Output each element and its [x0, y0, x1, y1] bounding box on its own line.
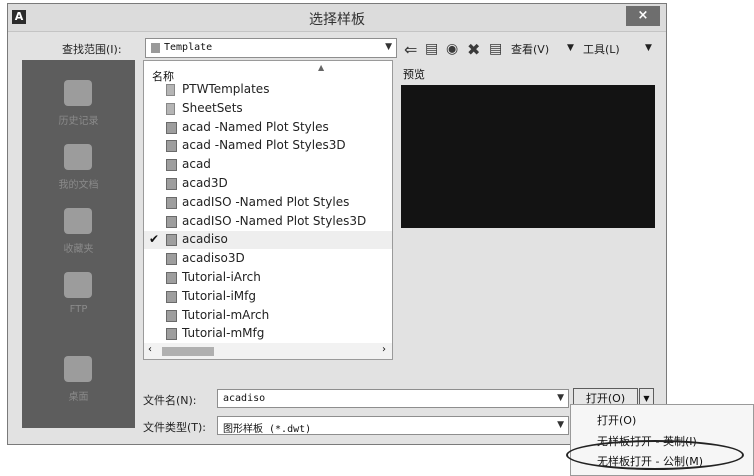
list-item[interactable]: acadISO -Named Plot Styles: [144, 194, 392, 212]
scroll-left-icon[interactable]: ‹: [148, 344, 152, 355]
scrollbar-thumb[interactable]: [162, 347, 214, 356]
template-file-icon: [166, 140, 177, 153]
template-file-icon: [166, 234, 177, 247]
delete-icon[interactable]: ✖: [467, 40, 480, 59]
list-item[interactable]: PTWTemplates: [144, 81, 392, 99]
folder-icon: [151, 43, 160, 53]
lookin-combo[interactable]: Template ▼: [145, 38, 397, 58]
title-bar: A 选择样板 ×: [8, 4, 666, 32]
file-name: Tutorial-mMfg: [182, 326, 265, 341]
back-icon[interactable]: ⇐: [404, 40, 417, 59]
file-name: acad: [182, 157, 211, 172]
template-file-icon: [166, 253, 177, 266]
up-folder-icon[interactable]: ▤: [425, 41, 438, 57]
template-file-icon: [166, 328, 177, 341]
list-item[interactable]: Tutorial-mMfg: [144, 325, 392, 343]
list-item[interactable]: Tutorial-iMfg: [144, 288, 392, 306]
filename-label: 文件名(N):: [143, 394, 197, 407]
file-name: SheetSets: [182, 100, 243, 115]
new-folder-icon[interactable]: ▤: [489, 41, 502, 57]
favorites-icon: [64, 208, 92, 234]
file-name: acad -Named Plot Styles3D: [182, 138, 346, 153]
scroll-right-icon[interactable]: ›: [382, 344, 386, 355]
filename-value: acadiso: [223, 393, 266, 404]
file-name: acadISO -Named Plot Styles3D: [182, 213, 367, 228]
highlight-circle: [566, 440, 744, 470]
preview-area: [401, 85, 655, 228]
preview-label: 预览: [403, 68, 425, 81]
list-item[interactable]: acad -Named Plot Styles: [144, 119, 392, 137]
place-history[interactable]: 历史记录: [22, 74, 135, 134]
template-file-icon: [166, 159, 177, 172]
file-name: acadiso3D: [182, 251, 245, 266]
history-icon: [64, 80, 92, 106]
view-dropdown-icon[interactable]: ▼: [567, 43, 574, 53]
template-file-icon: [166, 309, 177, 322]
folder-icon: [166, 84, 175, 96]
file-name: Tutorial-iArch: [182, 270, 261, 284]
chevron-down-icon[interactable]: ▼: [557, 393, 564, 403]
place-ftp[interactable]: FTP: [22, 266, 135, 326]
file-name: Tutorial-iMfg: [182, 288, 256, 303]
place-documents[interactable]: 我的文档: [22, 138, 135, 198]
search-web-icon[interactable]: ◉: [446, 41, 458, 57]
template-file-icon: [166, 196, 177, 209]
template-file-icon: [166, 272, 177, 284]
template-file-icon: [166, 178, 177, 190]
file-name: PTWTemplates: [182, 82, 270, 96]
template-file-icon: [166, 121, 177, 134]
desktop-icon: [64, 356, 92, 382]
list-item[interactable]: Tutorial-iArch: [144, 269, 392, 287]
check-icon: ✔: [149, 232, 160, 247]
dialog-title: 选择样板: [309, 12, 365, 28]
tools-menu[interactable]: 工具(L): [583, 41, 620, 57]
filetype-value: 图形样板 (*.dwt): [223, 424, 312, 435]
documents-icon: [64, 144, 92, 170]
lookin-value: Template: [164, 42, 213, 53]
file-list[interactable]: 名称 ▲ PTWTemplates SheetSets acad -Named Pl…: [143, 60, 393, 360]
list-item[interactable]: ✔ acadiso: [144, 231, 392, 250]
list-item[interactable]: acad: [144, 156, 392, 174]
file-name: Tutorial-mArch: [182, 307, 270, 322]
list-item[interactable]: acadiso3D: [144, 250, 392, 268]
places-bar: 历史记录 我的文档 收藏夹 FTP 桌面: [22, 60, 135, 428]
place-desktop[interactable]: 桌面: [22, 350, 135, 410]
view-menu[interactable]: 查看(V): [511, 41, 549, 57]
folder-icon: [166, 102, 175, 115]
file-name: acad3D: [182, 176, 228, 190]
close-button[interactable]: ×: [626, 6, 660, 26]
tools-dropdown-icon[interactable]: ▼: [645, 43, 652, 53]
filetype-label: 文件类型(T):: [143, 421, 207, 434]
list-item[interactable]: acad -Named Plot Styles3D: [144, 137, 392, 155]
list-item[interactable]: Tutorial-mArch: [144, 307, 392, 325]
list-item[interactable]: acad3D: [144, 175, 392, 193]
sort-arrow-icon: ▲: [318, 63, 325, 72]
template-file-icon: [166, 290, 177, 303]
file-name: acad -Named Plot Styles: [182, 119, 329, 134]
filename-input[interactable]: acadiso ▼: [217, 389, 569, 408]
file-name: acadISO -Named Plot Styles: [182, 194, 350, 209]
list-item[interactable]: acadISO -Named Plot Styles3D: [144, 213, 392, 231]
chevron-down-icon: ▼: [385, 42, 392, 52]
chevron-down-icon[interactable]: ▼: [557, 420, 564, 430]
lookin-label: 查找范围(I):: [62, 43, 122, 56]
list-item[interactable]: SheetSets: [144, 100, 392, 118]
menu-item-open[interactable]: 打开(O): [597, 412, 636, 428]
template-file-icon: [166, 215, 177, 228]
file-name: acadiso: [182, 232, 228, 247]
filetype-combo[interactable]: 图形样板 (*.dwt) ▼: [217, 416, 569, 435]
horizontal-scrollbar[interactable]: ‹ ›: [144, 343, 392, 359]
ftp-icon: [64, 272, 92, 298]
place-favorites[interactable]: 收藏夹: [22, 202, 135, 262]
